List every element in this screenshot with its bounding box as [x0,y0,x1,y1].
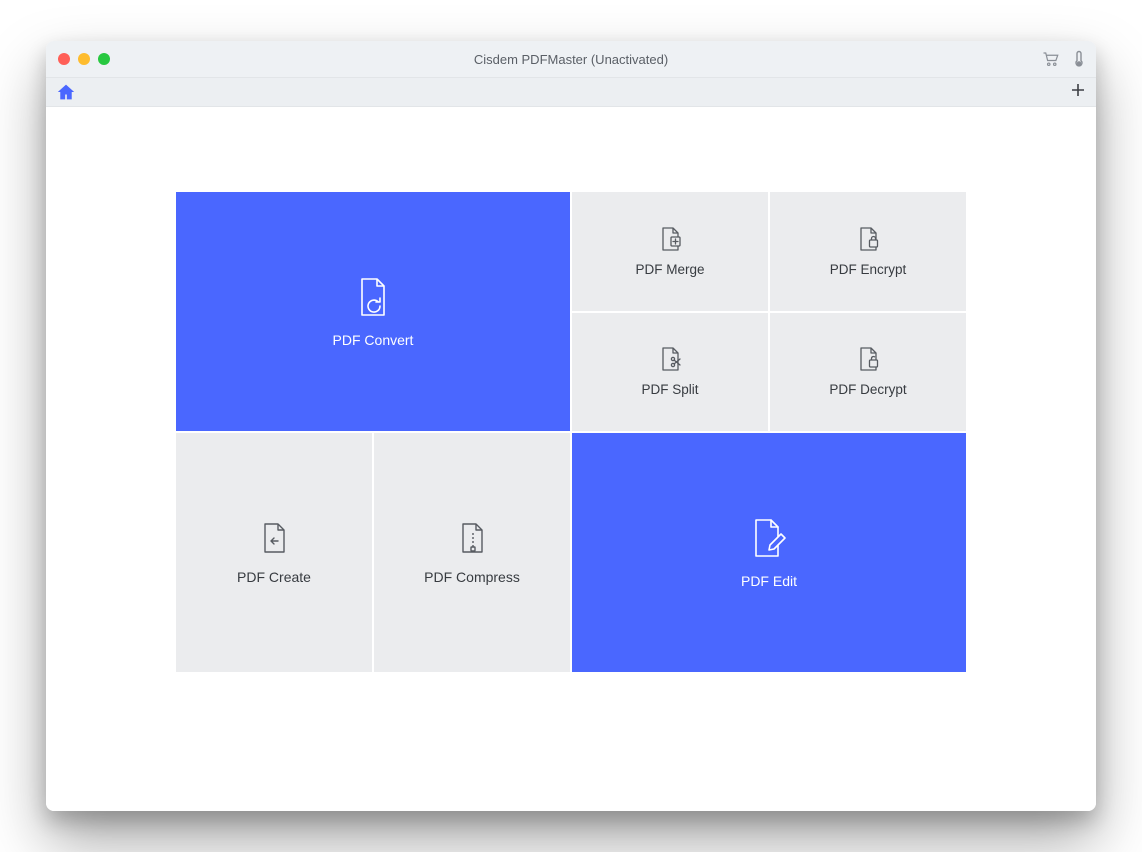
thermometer-icon[interactable] [1074,50,1084,68]
tile-label: PDF Edit [741,573,797,589]
tile-label: PDF Convert [333,332,414,348]
zoom-window-button[interactable] [98,53,110,65]
file-split-icon [659,346,681,372]
tile-pdf-edit[interactable]: PDF Edit [572,433,966,672]
tile-label: PDF Create [237,569,311,585]
tile-label: PDF Compress [424,569,520,585]
file-create-icon [260,521,288,555]
app-window: Cisdem PDFMaster (Unactivated) [46,41,1096,811]
tile-label: PDF Decrypt [829,382,906,397]
tile-label: PDF Split [641,382,698,397]
titlebar: Cisdem PDFMaster (Unactivated) [46,41,1096,77]
toolbar [46,77,1096,107]
file-edit-icon [750,517,788,559]
add-tab-button[interactable] [1070,82,1086,102]
content-area: PDF Convert PDF Merge [46,107,1096,811]
tile-pdf-encrypt[interactable]: PDF Encrypt [770,192,966,311]
minimize-window-button[interactable] [78,53,90,65]
window-title: Cisdem PDFMaster (Unactivated) [46,52,1096,67]
tile-pdf-decrypt[interactable]: PDF Decrypt [770,313,966,432]
window-controls [58,53,110,65]
close-window-button[interactable] [58,53,70,65]
tile-pdf-split[interactable]: PDF Split [572,313,768,432]
file-compress-icon [458,521,486,555]
file-lock-icon [857,226,879,252]
tile-pdf-compress[interactable]: PDF Compress [374,433,570,672]
file-unlock-icon [857,346,879,372]
cart-icon[interactable] [1042,51,1060,67]
file-merge-icon [659,226,681,252]
file-convert-icon [356,276,390,318]
tile-grid: PDF Convert PDF Merge [176,192,966,672]
tile-pdf-create[interactable]: PDF Create [176,433,372,672]
tile-label: PDF Merge [635,262,704,277]
tile-pdf-merge[interactable]: PDF Merge [572,192,768,311]
titlebar-right [1042,50,1084,68]
tile-pdf-convert[interactable]: PDF Convert [176,192,570,431]
tile-label: PDF Encrypt [830,262,907,277]
home-icon[interactable] [56,83,76,101]
